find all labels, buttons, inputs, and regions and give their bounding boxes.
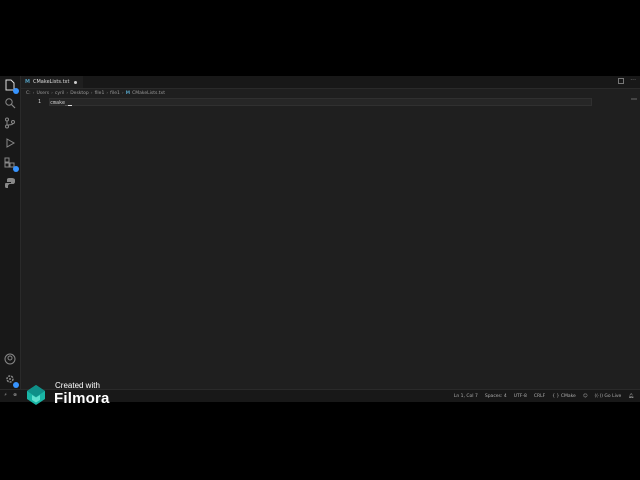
- filmora-logo-icon: [27, 385, 45, 405]
- python-icon[interactable]: [3, 176, 17, 190]
- settings-badge: [13, 382, 19, 388]
- tab-label: CMakeLists.txt: [32, 79, 70, 85]
- language-label: CMake: [560, 393, 576, 399]
- status-left: ⚡ ⊗: [4, 393, 17, 398]
- account-icon[interactable]: [3, 352, 17, 366]
- go-live-label: Go Live: [604, 393, 622, 399]
- line-ending[interactable]: CRLF: [534, 394, 545, 399]
- split-editor-icon[interactable]: [618, 78, 625, 84]
- run-debug-icon[interactable]: [3, 136, 17, 150]
- explorer-badge: [13, 88, 19, 94]
- activity-bar: [0, 76, 21, 402]
- line-text: cmake_: [50, 100, 69, 106]
- tab-cmakelists[interactable]: M CMakeLists.txt: [21, 76, 84, 88]
- text-cursor: [68, 100, 73, 106]
- encoding[interactable]: UTF-8: [514, 394, 527, 399]
- source-control-icon[interactable]: [3, 116, 17, 130]
- current-line-highlight[interactable]: cmake_: [49, 98, 592, 106]
- go-live-button[interactable]: ((·)) Go Live: [595, 394, 622, 399]
- copilot-icon[interactable]: ☺: [583, 394, 588, 399]
- scrollbar-marker[interactable]: [631, 98, 637, 100]
- code-line[interactable]: 1 cmake_: [21, 98, 640, 106]
- remote-icon[interactable]: ⚡: [4, 393, 7, 398]
- notifications-bell-icon[interactable]: 🔔︎: [628, 394, 634, 399]
- editor-actions: ···: [618, 78, 636, 84]
- breadcrumb-file-icon: M: [125, 90, 131, 96]
- problems-icon[interactable]: ⊗: [13, 393, 17, 398]
- breadcrumb-item[interactable]: cyril: [55, 91, 65, 96]
- breadcrumb-file[interactable]: CMakeLists.txt: [132, 91, 165, 96]
- line-number: 1: [37, 99, 41, 105]
- breadcrumb-item[interactable]: C:: [26, 91, 31, 96]
- language-mode[interactable]: { } CMake: [552, 394, 576, 399]
- cmake-m-icon: M: [25, 79, 30, 85]
- breadcrumb-item[interactable]: Desktop: [70, 91, 89, 96]
- unsaved-dot-icon[interactable]: [74, 80, 78, 84]
- extensions-icon[interactable]: [3, 156, 19, 172]
- breadcrumb-item[interactable]: Users: [36, 91, 49, 96]
- cursor-position[interactable]: Ln 1, Col 7: [454, 394, 478, 399]
- breadcrumb-item[interactable]: file1: [110, 91, 120, 96]
- explorer-icon[interactable]: [3, 78, 19, 94]
- extensions-badge: [13, 166, 19, 172]
- code-editor[interactable]: 1 cmake_: [21, 98, 640, 390]
- watermark-brand-text: Filmora: [54, 390, 110, 407]
- search-icon[interactable]: [3, 96, 17, 110]
- indentation[interactable]: Spaces: 4: [485, 394, 507, 399]
- settings-gear-icon[interactable]: [3, 372, 19, 388]
- filmora-watermark: Created with Filmora: [24, 381, 114, 407]
- more-actions-icon[interactable]: ···: [630, 78, 636, 84]
- editor-window: M CMakeLists.txt ··· C: › Users › cyril › D…: [0, 76, 640, 402]
- breadcrumb: C: › Users › cyril › Desktop › file1 › file1 ›…: [26, 90, 165, 96]
- breadcrumb-item[interactable]: file1: [95, 91, 105, 96]
- status-right: Ln 1, Col 7 Spaces: 4 UTF-8 CRLF { } CMa…: [454, 390, 634, 402]
- watermark-created-text: Created with: [55, 381, 100, 390]
